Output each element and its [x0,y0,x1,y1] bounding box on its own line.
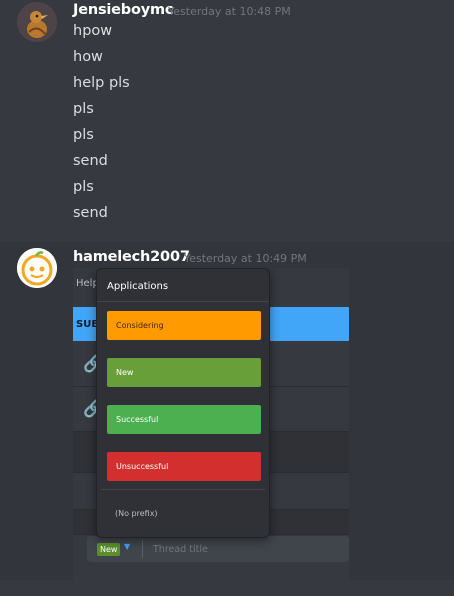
orange-face-avatar-icon [17,248,57,288]
option-successful[interactable]: Successful [107,405,261,434]
message-hamelech2007: hamelech2007 Yesterday at 10:49 PM Help … [0,242,454,596]
message-line: send [73,153,108,169]
message-jensieboymc: Jensieboymc Yesterday at 10:48 PM hpow h… [0,0,454,242]
dropdown-title: Applications [107,281,169,292]
message-line: pls [73,127,94,143]
divider [101,489,265,490]
prefix-dropdown: Applications Considering New Successful … [96,268,270,538]
divider [142,540,143,558]
thread-title-bar: New ▼ [87,536,349,562]
option-new[interactable]: New [107,358,261,387]
divider [97,301,269,302]
message-line: help pls [73,75,130,91]
bird-avatar-icon [17,2,57,42]
message-line: pls [73,179,94,195]
thread-title-input[interactable] [151,538,335,560]
avatar[interactable] [17,2,57,42]
message-line: hpow [73,23,113,39]
embedded-screenshot[interactable]: Help SUB 🔗 n 🔗 New ▼ Applications Consid… [73,268,349,596]
avatar[interactable] [17,248,57,288]
option-no-prefix[interactable]: (No prefix) [115,509,158,518]
option-considering[interactable]: Considering [107,311,261,340]
timestamp: Yesterday at 10:48 PM [168,5,291,18]
message-line: send [73,205,108,221]
username[interactable]: Jensieboymc [73,2,173,18]
message-line: pls [73,101,94,117]
chevron-down-icon[interactable]: ▼ [124,542,130,551]
message-line: how [73,49,103,65]
option-unsuccessful[interactable]: Unsuccessful [107,452,261,481]
new-tag-chip[interactable]: New [97,543,121,556]
timestamp: Yesterday at 10:49 PM [184,252,307,265]
username[interactable]: hamelech2007 [73,249,190,265]
